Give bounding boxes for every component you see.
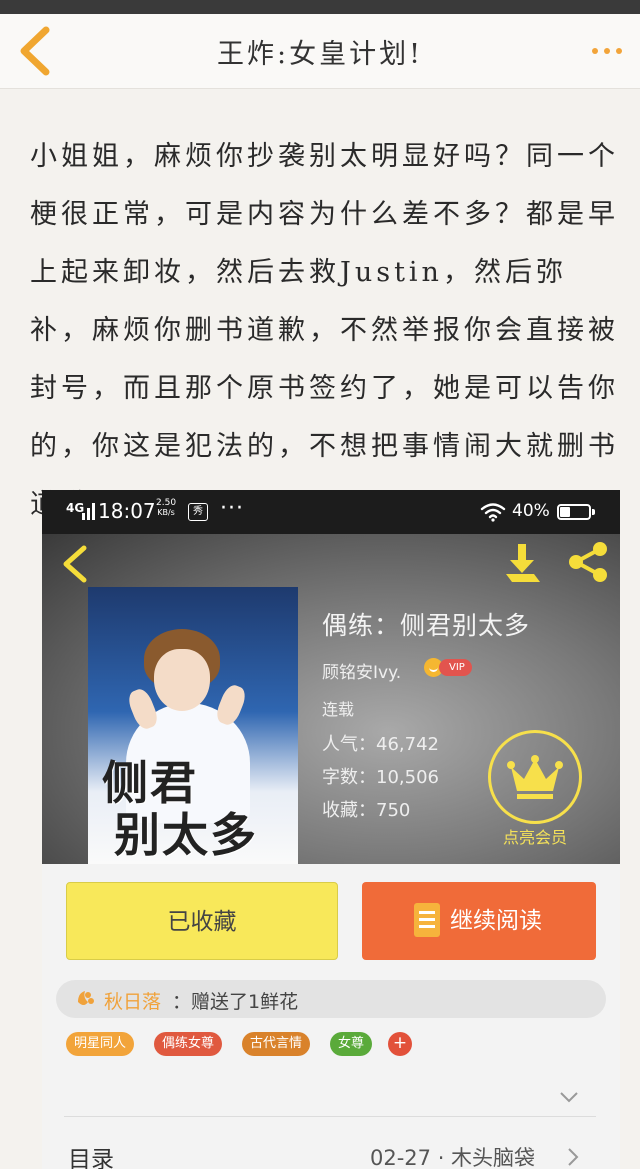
book-title: 偶练：侧君别太多 [322, 611, 531, 640]
crown-icon [507, 755, 563, 799]
tag-2[interactable]: 古代言情 [242, 1032, 311, 1056]
book-icon [414, 903, 440, 937]
battery-text: 40% [512, 501, 550, 521]
signal-icon [82, 503, 95, 520]
vip-badge: VIP [424, 656, 476, 678]
tag-3[interactable]: 女尊 [330, 1032, 373, 1056]
gift-message: ：赠送了1鲜花 [172, 991, 299, 1013]
collected-button[interactable]: 已收藏 [66, 882, 338, 960]
toc-label[interactable]: 目录 [68, 1140, 114, 1169]
add-tag-button[interactable]: + [388, 1032, 412, 1056]
gift-notice: 秋日落 ：赠送了1鲜花 [56, 980, 606, 1018]
book-word-count: 字数：10,506 [322, 767, 439, 788]
book-cover[interactable]: 侧君 别太多 [88, 587, 298, 864]
member-button[interactable] [488, 730, 582, 824]
speed-unit: KB/s [157, 508, 175, 517]
chevron-right-icon[interactable] [566, 1146, 580, 1168]
battery-fill [560, 507, 570, 517]
continue-reading-button[interactable]: 继续阅读 [362, 882, 596, 960]
book-author[interactable]: 顾铭安Ivy. [322, 658, 401, 683]
member-label[interactable]: 点亮会员 [488, 824, 582, 848]
chevron-down-icon[interactable] [558, 1090, 580, 1104]
toc-latest-chapter[interactable]: 02-27 · 木头脑袋 [370, 1142, 535, 1169]
cover-title-line1: 侧君 [102, 756, 198, 810]
status-time: 18:07 [98, 499, 156, 523]
share-icon[interactable] [566, 540, 610, 584]
hd-badge: 秀 [188, 503, 208, 521]
tag-0[interactable]: 明星同人 [66, 1032, 135, 1056]
cover-title-line2: 别太多 [114, 808, 258, 862]
embedded-screenshot: 4G 18:07 2.50 KB/s 秀 ··· 40% 侧君 别太多 偶练：侧… [42, 490, 620, 1169]
status-more-dots: ··· [220, 496, 244, 521]
battery-icon [557, 504, 595, 520]
continue-reading-label: 继续阅读 [450, 908, 542, 934]
phone-status-bar: 4G 18:07 2.50 KB/s 秀 ··· 40% [42, 490, 620, 534]
book-hero: 侧君 别太多 偶练：侧君别太多 顾铭安Ivy. VIP 连载 人气：46,742… [42, 534, 620, 864]
cover-title: 侧君 别太多 [102, 757, 292, 861]
top-status-strip [0, 0, 640, 14]
chevron-left-icon[interactable] [14, 24, 60, 78]
nav-header: 王炸:女皇计划! [0, 14, 640, 89]
vip-label: VIP [439, 659, 472, 676]
network-speed: 2.50 KB/s [156, 498, 176, 518]
speed-value: 2.50 [156, 498, 177, 508]
page-title: 王炸:女皇计划! [217, 39, 423, 70]
download-icon[interactable] [502, 542, 542, 584]
more-dots-icon[interactable] [586, 34, 628, 64]
book-popularity: 人气：46,742 [322, 734, 439, 755]
book-status: 连载 [322, 700, 355, 719]
divider [64, 1116, 596, 1117]
tag-1[interactable]: 偶练女尊 [154, 1032, 223, 1056]
wifi-icon [480, 503, 506, 522]
book-favorites: 收藏：750 [322, 800, 411, 821]
flower-icon [78, 991, 94, 1005]
gift-giver[interactable]: 秋日落 [104, 987, 161, 1014]
article-text: 小姐姐，麻烦你抄袭别太明显好吗？同一个梗很正常，可是内容为什么差不多？都是早上起… [30, 141, 619, 520]
chevron-left-icon[interactable] [60, 544, 90, 584]
